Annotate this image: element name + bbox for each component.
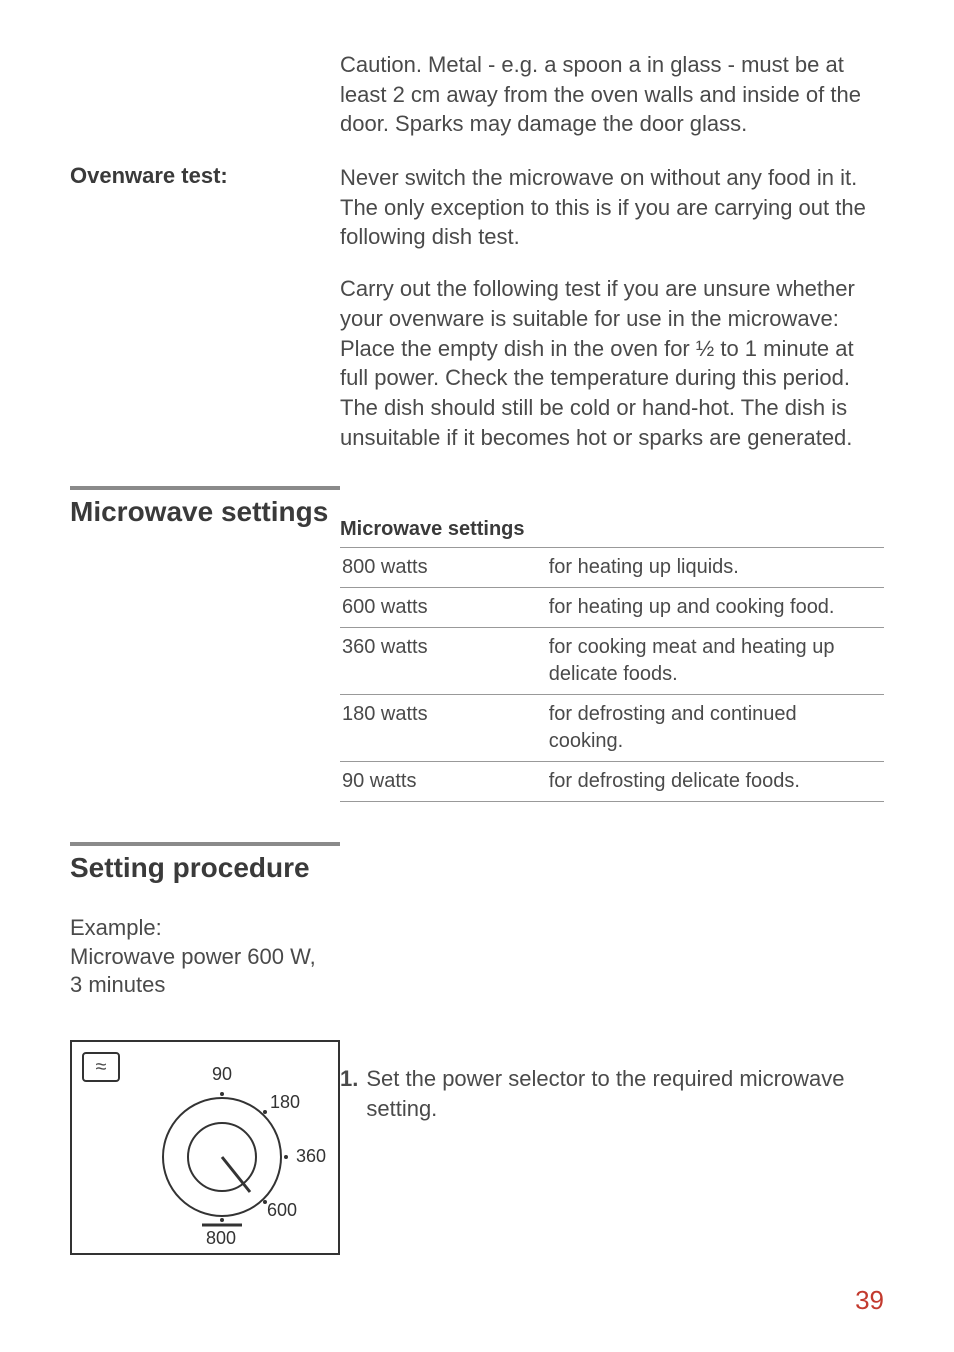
table-cell-use: for defrosting and continued cooking. [547,695,884,762]
settings-table: 800 watts for heating up liquids. 600 wa… [340,547,884,802]
dial-label-360: 360 [296,1146,326,1167]
table-cell-use: for heating up liquids. [547,548,884,588]
dial-label-180: 180 [270,1092,300,1113]
table-cell-watts: 180 watts [340,695,547,762]
table-cell-use: for heating up and cooking food. [547,588,884,628]
step-1-number: 1. [340,1064,358,1123]
table-row: 180 watts for defrosting and continued c… [340,695,884,762]
table-row: 800 watts for heating up liquids. [340,548,884,588]
dial-label-90: 90 [212,1064,232,1085]
example-label: Example: [70,914,340,943]
table-row: 360 watts for cooking meat and heating u… [340,628,884,695]
table-cell-watts: 360 watts [340,628,547,695]
step-1: 1. Set the power selector to the require… [340,1064,884,1123]
section-rule [70,842,340,846]
table-cell-watts: 800 watts [340,548,547,588]
step-1-text: Set the power selector to the required m… [366,1064,884,1123]
ovenware-row: Ovenware test: Never switch the microwav… [70,163,884,452]
section-rule [70,486,340,490]
procedure-heading: Setting procedure [70,852,340,884]
example-text: Microwave power 600 W, 3 minutes [70,943,340,1000]
table-cell-use: for cooking meat and heating up delicate… [547,628,884,695]
settings-heading: Microwave settings [70,496,340,528]
page-number: 39 [855,1285,884,1316]
settings-table-title: Microwave settings [340,518,884,541]
caution-row: Caution. Metal - e.g. a spoon a in glass… [70,50,884,139]
procedure-section: Setting procedure Example: Microwave pow… [70,842,884,1255]
ovenware-p1: Never switch the microwave on without an… [340,163,884,252]
table-row: 600 watts for heating up and cooking foo… [340,588,884,628]
caution-text: Caution. Metal - e.g. a spoon a in glass… [340,50,884,139]
table-row: 90 watts for defrosting delicate foods. [340,762,884,802]
example-block: Example: Microwave power 600 W, 3 minute… [70,914,340,1000]
dial-label-600: 600 [267,1200,297,1221]
table-cell-watts: 600 watts [340,588,547,628]
table-cell-use: for defrosting delicate foods. [547,762,884,802]
power-selector-diagram: ≈ 90 180 360 600 800 [70,1040,340,1255]
settings-section: Microwave settings Microwave settings 80… [70,486,884,802]
dial-label-800: 800 [206,1228,236,1249]
ovenware-p2: Carry out the following test if you are … [340,274,884,452]
table-cell-watts: 90 watts [340,762,547,802]
ovenware-heading: Ovenware test: [70,163,340,189]
